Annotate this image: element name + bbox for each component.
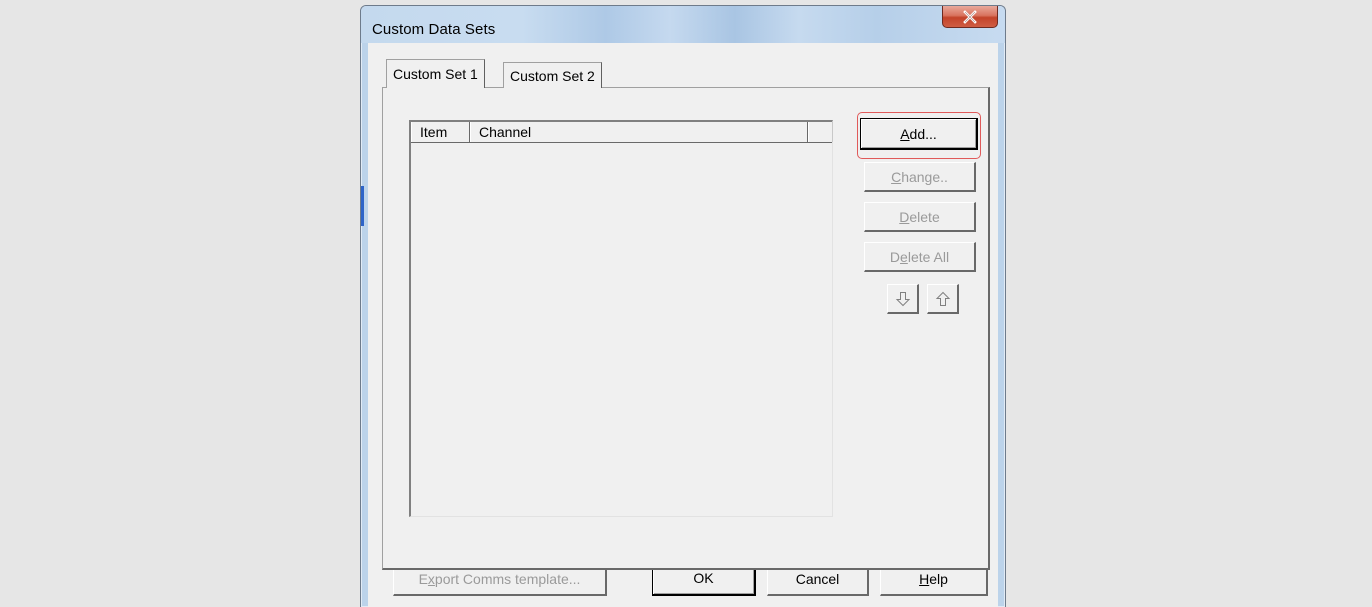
change-button[interactable]: Change.. (864, 162, 976, 192)
label-post: port Comms template... (434, 571, 581, 587)
window-title: Custom Data Sets (372, 21, 496, 38)
dialog-client-area: Custom Set 1 Custom Set 2 Item Channel A… (368, 43, 998, 607)
arrow-up-icon (935, 291, 951, 306)
label-accelerator: C (891, 169, 902, 185)
title-bar[interactable]: Custom Data Sets (361, 6, 1005, 43)
label-accelerator: H (919, 571, 930, 587)
cancel-label: Cancel (795, 571, 840, 587)
label-accelerator: x (427, 571, 435, 587)
label-pre: E (418, 571, 428, 587)
close-x-icon (963, 9, 977, 24)
label-post: dd... (909, 126, 937, 142)
delete-button[interactable]: Delete (864, 202, 976, 232)
column-header-item[interactable]: Item (411, 122, 470, 142)
custom-data-sets-window: Custom Data Sets Custom Set 1 Custom Set… (360, 5, 1006, 607)
label-accelerator: D (899, 209, 910, 225)
label-accelerator: e (900, 249, 908, 265)
label-post: elp (929, 571, 948, 587)
move-up-button[interactable] (927, 284, 959, 314)
column-label: Channel (479, 124, 532, 140)
tab-label: Custom Set 2 (510, 68, 595, 84)
column-label: Item (420, 124, 448, 140)
custom-set-list[interactable]: Item Channel (409, 120, 833, 517)
delete-all-button[interactable]: Delete All (864, 242, 976, 272)
move-down-button[interactable] (887, 284, 919, 314)
label-pre: D (889, 249, 901, 265)
close-button[interactable] (942, 6, 998, 28)
label-post: elete (909, 209, 940, 225)
ok-label: OK (693, 570, 714, 586)
label-post: hange.. (901, 169, 948, 185)
window-edge-accent (361, 186, 364, 226)
arrow-down-icon (895, 292, 911, 307)
column-header-channel[interactable]: Channel (470, 122, 808, 142)
column-header-extra[interactable] (808, 122, 833, 142)
add-button[interactable]: Add... (860, 118, 978, 150)
tab-custom-set-1[interactable]: Custom Set 1 (386, 59, 485, 88)
label-post: lete All (907, 249, 950, 265)
tab-custom-set-2[interactable]: Custom Set 2 (503, 62, 602, 88)
label-accelerator: A (900, 126, 910, 142)
list-header: Item Channel (411, 122, 833, 143)
list-body[interactable] (411, 143, 832, 516)
tab-panel: Item Channel Add... Change.. Delete Dele… (382, 87, 990, 570)
tab-label: Custom Set 1 (393, 66, 478, 82)
